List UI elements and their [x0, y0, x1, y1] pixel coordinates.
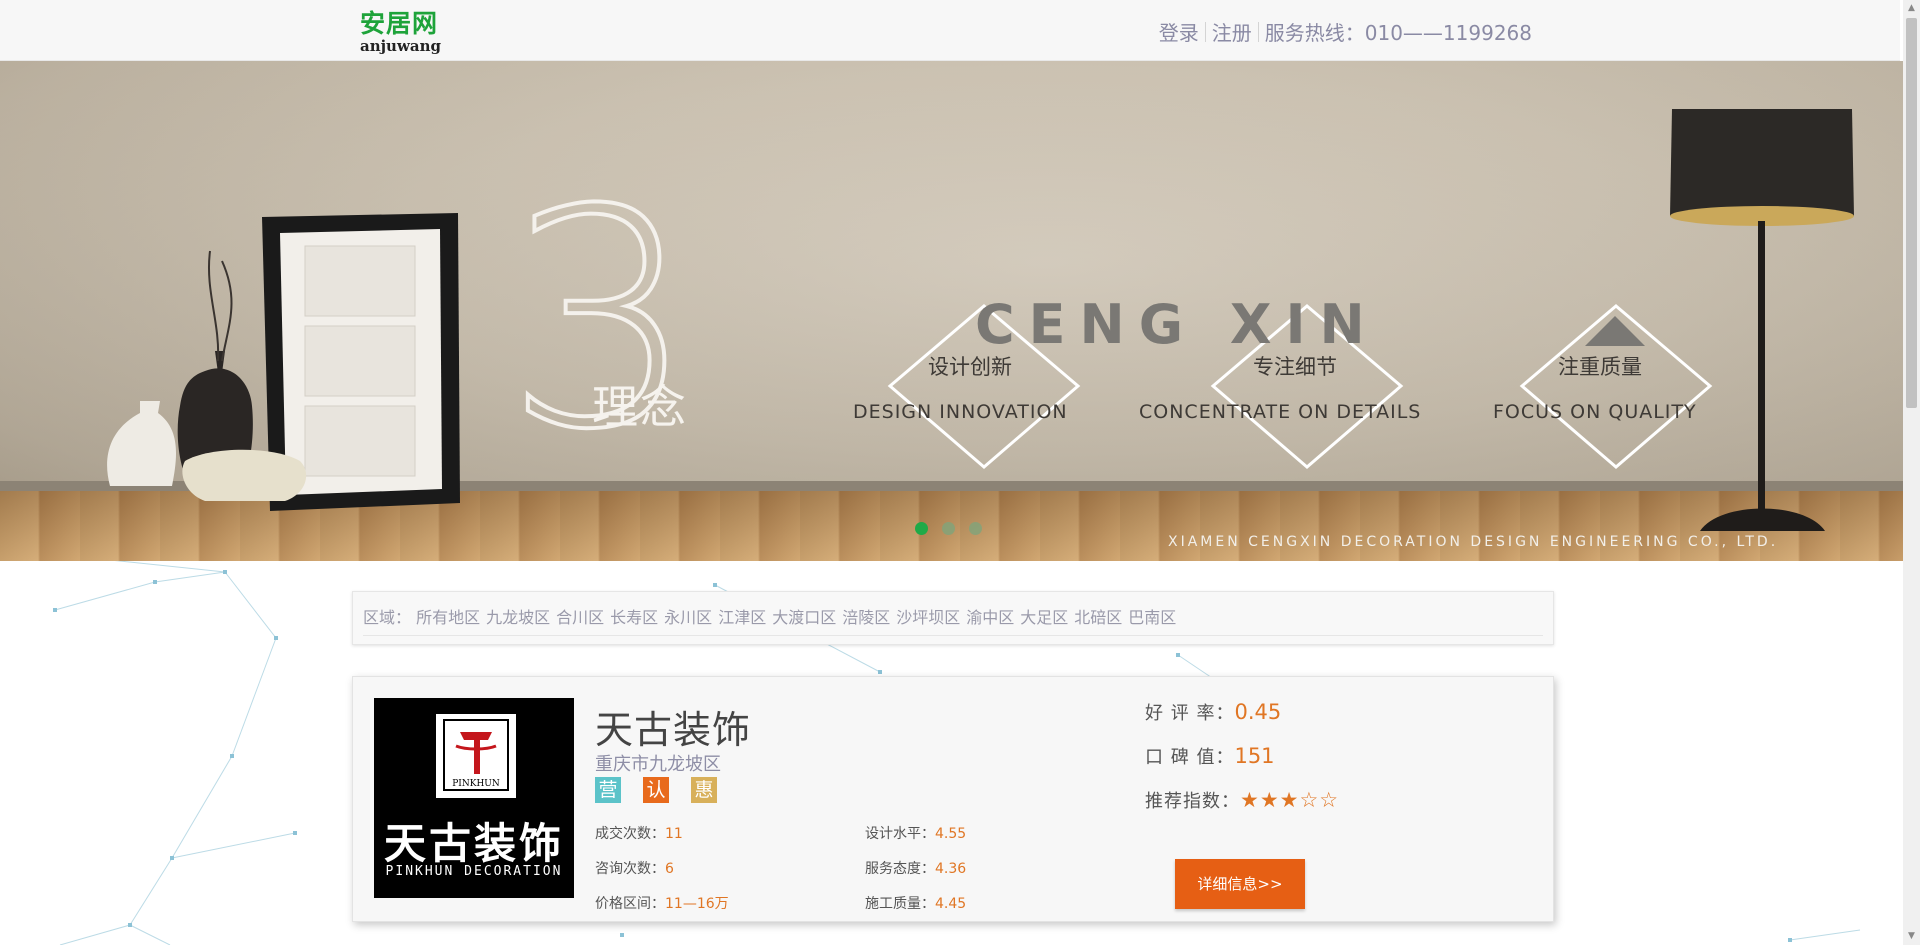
details-button[interactable]: 详细信息>> [1175, 859, 1305, 909]
region-links: 所有地区 九龙坡区 合川区 长寿区 永川区 江津区 大渡口区 涪陵区 沙坪坝区 渝中区 大足区 北碚区… [416, 608, 1182, 627]
pillar-3-en: FOCUS ON QUALITY [1493, 401, 1697, 423]
stat-consults: 咨询次数：6 [595, 858, 674, 878]
login-link[interactable]: 登录 [1159, 17, 1199, 46]
pillar-3-cn: 注重质量 [1558, 355, 1642, 379]
company-emblem-icon: PINKHUN [436, 714, 516, 798]
nav-divider [1257, 21, 1259, 42]
carousel-dot-2[interactable] [942, 522, 955, 535]
badge-discount: 惠 [691, 777, 717, 803]
stat-consults-value: 6 [665, 861, 674, 877]
region-link[interactable]: 永川区 [664, 608, 712, 627]
brand-triangle-icon [1585, 316, 1645, 346]
banner-company-name: XIAMEN CENGXIN DECORATION DESIGN ENGINEE… [1168, 534, 1779, 550]
emblem-mark-text: PINKHUN [452, 779, 500, 789]
region-link[interactable]: 沙坪坝区 [896, 608, 960, 627]
stat-service: 服务态度：4.36 [865, 858, 966, 878]
badge-certified: 认 [643, 777, 669, 803]
stat-price: 价格区间：11—16万 [595, 893, 729, 913]
scrollbar-thumb[interactable] [1906, 18, 1917, 408]
region-link[interactable]: 北碚区 [1074, 608, 1122, 627]
stat-service-label: 服务态度： [865, 861, 935, 877]
hotline-text: 服务热线：010——1199268 [1264, 21, 1532, 45]
company-name[interactable]: 天古装饰 [595, 699, 751, 754]
recommend-row: 推荐指数：★★★☆☆ [1145, 787, 1339, 831]
company-district: 重庆市九龙坡区 [595, 754, 721, 775]
region-link[interactable]: 所有地区 [416, 608, 480, 627]
region-link[interactable]: 大渡口区 [772, 608, 836, 627]
logo-company-english: PINKHUN DECORATION [385, 864, 563, 879]
region-link[interactable]: 巴南区 [1128, 608, 1176, 627]
carousel-dot-3[interactable] [969, 522, 982, 535]
rating-row: 好 评 率：0.45 [1145, 699, 1339, 743]
stat-quality-label: 施工质量： [865, 896, 935, 912]
region-link[interactable]: 渝中区 [966, 608, 1014, 627]
carousel-indicators [915, 522, 982, 535]
register-link[interactable]: 注册 [1212, 17, 1252, 46]
region-link[interactable]: 合川区 [556, 608, 604, 627]
stat-design-label: 设计水平： [865, 826, 935, 842]
stat-price-label: 价格区间： [595, 896, 665, 912]
stat-deals: 成交次数：11 [595, 823, 683, 843]
stat-quality: 施工质量：4.45 [865, 893, 966, 913]
page-scrollbar[interactable]: ▲ ▼ [1903, 0, 1920, 945]
stat-consults-label: 咨询次数： [595, 861, 665, 877]
company-logo[interactable]: PINKHUN 天古装饰 PINKHUN DECORATION [374, 698, 574, 898]
stat-service-value: 4.36 [935, 861, 967, 877]
company-badges: 营 认 惠 [595, 777, 717, 803]
stat-deals-label: 成交次数： [595, 826, 665, 842]
recommend-stars-icon: ★★★☆☆ [1240, 788, 1340, 812]
logo-chinese-text: 安居网 [360, 9, 439, 38]
pillar-1-en: DESIGN INNOVATION [853, 401, 1068, 423]
carousel-dot-1[interactable] [915, 522, 928, 535]
scroll-down-arrow-icon[interactable]: ▼ [1903, 928, 1920, 945]
company-ratings: 好 评 率：0.45 口 碑 值：151 推荐指数：★★★☆☆ [1145, 699, 1339, 831]
reputation-row: 口 碑 值：151 [1145, 743, 1339, 787]
banner-concept-title: 理念 [592, 380, 688, 434]
pillar-2-cn: 专注细节 [1253, 355, 1337, 379]
region-filter: 区域： 所有地区 九龙坡区 合川区 长寿区 永川区 江津区 大渡口区 涪陵区 沙坪坝区 渝中区 大足… [352, 591, 1554, 645]
stat-design-value: 4.55 [935, 826, 967, 842]
region-link[interactable]: 江津区 [718, 608, 766, 627]
reputation-value: 151 [1234, 744, 1275, 768]
site-logo[interactable]: 安居网 anjuwang [360, 10, 450, 56]
scroll-up-arrow-icon[interactable]: ▲ [1903, 0, 1920, 17]
pillar-1-cn: 设计创新 [928, 355, 1012, 379]
reputation-label: 口 碑 值： [1145, 747, 1235, 768]
stat-deals-value: 11 [665, 826, 683, 842]
nav-divider [1204, 21, 1206, 42]
region-link[interactable]: 涪陵区 [842, 608, 890, 627]
region-link[interactable]: 九龙坡区 [486, 608, 550, 627]
region-link[interactable]: 长寿区 [610, 608, 658, 627]
logo-english-text: anjuwang [360, 37, 441, 55]
region-link[interactable]: 大足区 [1020, 608, 1068, 627]
region-label: 区域： [363, 608, 412, 627]
stat-price-value: 11—16万 [665, 896, 729, 912]
header-nav: 登录 注册 服务热线：010——1199268 [1159, 17, 1532, 46]
recommend-label: 推荐指数： [1145, 791, 1240, 812]
company-card: PINKHUN 天古装饰 PINKHUN DECORATION 天古装饰 重庆市… [352, 676, 1554, 922]
rating-label: 好 评 率： [1145, 703, 1235, 724]
region-filter-row: 区域： 所有地区 九龙坡区 合川区 长寿区 永川区 江津区 大渡口区 涪陵区 沙坪坝区 渝中区 大足… [363, 604, 1182, 628]
rating-value: 0.45 [1234, 700, 1282, 724]
stat-quality-value: 4.45 [935, 896, 967, 912]
banner-decor-illustration [107, 109, 1854, 531]
badge-business: 营 [595, 777, 621, 803]
top-header: 安居网 anjuwang 登录 注册 服务热线：010——1199268 [0, 0, 1900, 61]
floor-lamp-image [1670, 109, 1854, 531]
logo-company-name: 天古装饰 [383, 819, 564, 868]
banner-brand-title: CENG XIN [975, 293, 1379, 356]
hero-banner-carousel[interactable]: 3 理念 CENG XIN 设计创新 DESIGN INNOVATION 专注细… [0, 61, 1903, 561]
stat-design: 设计水平：4.55 [865, 823, 966, 843]
region-divider [363, 635, 1543, 636]
pillar-2-en: CONCENTRATE ON DETAILS [1139, 401, 1422, 423]
